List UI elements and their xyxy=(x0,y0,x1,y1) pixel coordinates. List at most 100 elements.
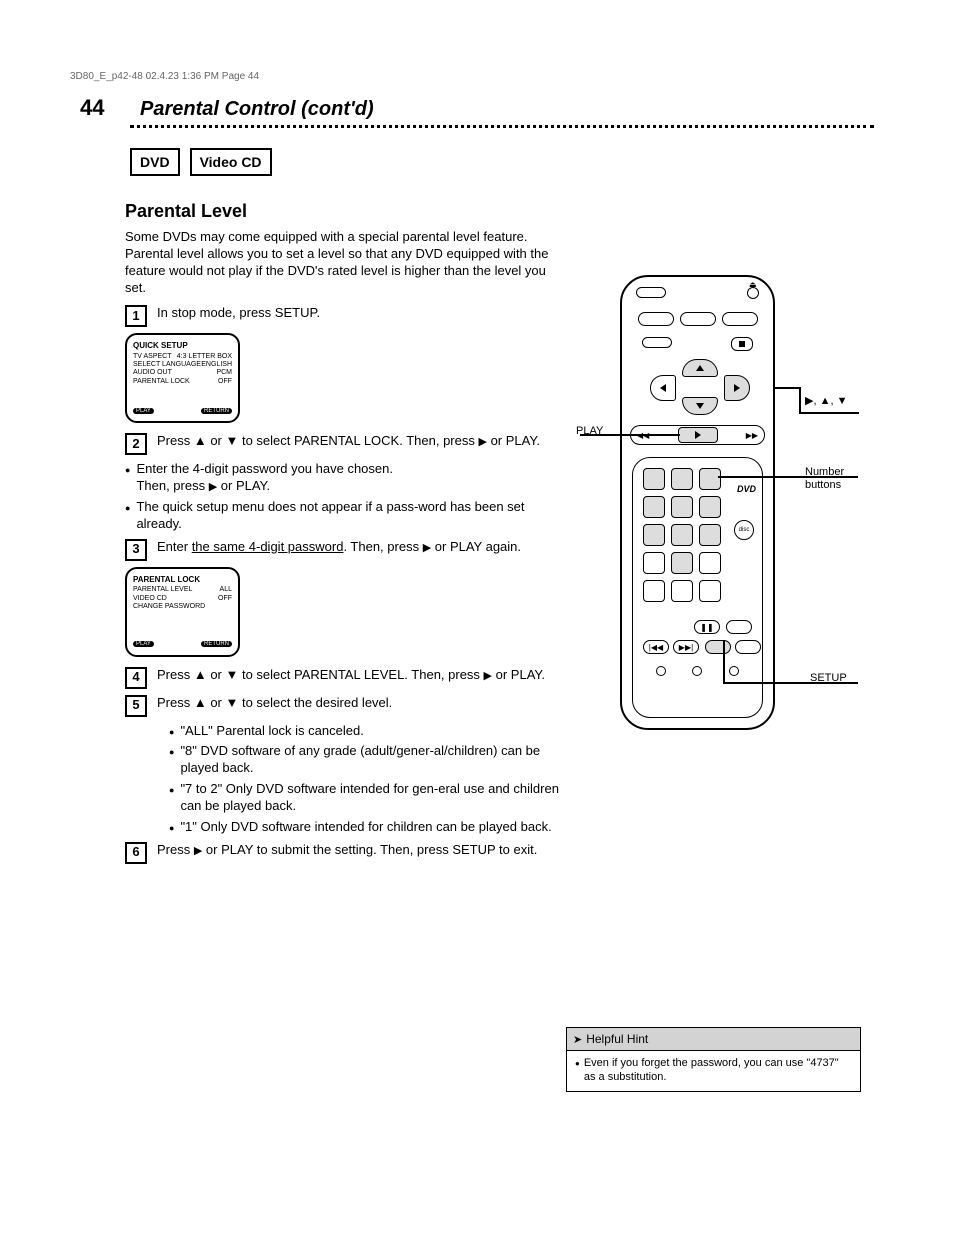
page-title: Parental Control (cont'd) xyxy=(140,98,374,121)
section-intro: Some DVDs may come equipped with a speci… xyxy=(125,229,565,297)
remote-button xyxy=(735,640,761,654)
step-1-text: In stop mode, press SETUP. xyxy=(157,305,565,322)
screen2-line: VIDEO CD xyxy=(133,595,167,603)
step-6-number: 6 xyxy=(125,842,147,864)
step-6-text: Press or PLAY to submit the setting. The… xyxy=(157,842,565,859)
screen1-title: QUICK SETUP xyxy=(133,341,232,351)
number-button xyxy=(671,496,693,518)
remote-button xyxy=(636,287,666,298)
remote-button xyxy=(680,312,716,326)
tag-videocd: Video CD xyxy=(190,148,272,176)
screen2-line: CHANGE PASSWORD xyxy=(133,603,205,611)
triangle-right-icon xyxy=(734,384,740,392)
screen2-title: PARENTAL LOCK xyxy=(133,575,232,585)
step-2-text: Press ▲ or ▼ to select PARENTAL LOCK. Th… xyxy=(157,433,565,450)
fastforward-icon: ▶▶ xyxy=(746,431,758,440)
play-triangle-icon xyxy=(484,667,492,682)
remote-button xyxy=(726,620,752,634)
play-triangle-icon xyxy=(209,478,217,493)
tag-dvd: DVD xyxy=(130,148,180,176)
eject-icon: ⏏ xyxy=(747,287,759,299)
screen1-line: AUDIO OUT xyxy=(133,369,172,377)
callout-line xyxy=(799,412,859,414)
bullet-icon xyxy=(169,781,174,815)
step-2c-text: The quick setup menu does not appear if … xyxy=(136,499,565,533)
remote-dot-button xyxy=(656,666,666,676)
remote-button xyxy=(642,337,672,348)
screen2-val: ALL xyxy=(220,586,232,594)
number-button xyxy=(643,496,665,518)
play-triangle-icon xyxy=(478,433,486,448)
stop-icon xyxy=(731,337,753,351)
setup-button xyxy=(705,640,731,654)
osd-screen-parental-lock: PARENTAL LOCK PARENTAL LEVEL ALL VIDEO CD… xyxy=(125,567,240,657)
step-5-bullet: "ALL" Parental lock is canceled. xyxy=(180,723,363,740)
step-2-number: 2 xyxy=(125,433,147,455)
helpful-hint-body: Even if you forget the password, you can… xyxy=(567,1051,860,1091)
step-2b-text: Enter the 4-digit password you have chos… xyxy=(136,461,393,495)
number-button xyxy=(671,552,693,574)
section-heading: Parental Level xyxy=(125,200,565,223)
step-5-bullet: "8" DVD software of any grade (adult/gen… xyxy=(180,743,565,777)
callout-line xyxy=(799,387,801,412)
triangle-up-icon xyxy=(696,365,704,371)
osd-screen-quick-setup: QUICK SETUP TV ASPECT4:3 LETTER BOX SELE… xyxy=(125,333,240,423)
return-pill-icon: RETURN xyxy=(201,641,232,647)
remote-dot-button xyxy=(692,666,702,676)
screen1-val: OFF xyxy=(218,378,232,386)
step-3-number: 3 xyxy=(125,539,147,561)
callout-line xyxy=(723,640,725,682)
remote-button xyxy=(638,312,674,326)
step-1-number: 1 xyxy=(125,305,147,327)
step-5-bullet: "7 to 2" Only DVD software intended for … xyxy=(180,781,565,815)
screen1-val: ENGLISH xyxy=(201,361,232,369)
bullet-icon xyxy=(169,743,174,777)
remote-illustration: ⏏ ◀◀ ▶▶ xyxy=(620,275,775,730)
divider-dots xyxy=(130,125,874,128)
bullet-icon xyxy=(125,499,130,533)
number-button xyxy=(699,524,721,546)
step-4-number: 4 xyxy=(125,667,147,689)
dvd-logo-icon: DVD xyxy=(737,484,756,494)
screen1-line: SELECT LANGUAGE xyxy=(133,361,201,369)
arrow-down-button xyxy=(682,397,718,415)
number-button xyxy=(643,524,665,546)
remote-button xyxy=(722,312,758,326)
callout-line xyxy=(775,387,800,389)
remote-button xyxy=(671,580,693,602)
screen2-line: PARENTAL LEVEL xyxy=(133,586,192,594)
prev-track-button: |◀◀ xyxy=(643,640,669,654)
remote-button xyxy=(643,580,665,602)
footer-note: 3D80_E_p42-48 02.4.23 1:36 PM Page 44 xyxy=(70,71,259,82)
number-button xyxy=(699,468,721,490)
callout-setup: SETUP xyxy=(810,672,847,685)
play-pill-icon: PLAY xyxy=(133,408,154,414)
bullet-icon xyxy=(125,461,130,495)
number-button xyxy=(671,524,693,546)
arrow-up-button xyxy=(682,359,718,377)
arrow-left-button xyxy=(650,375,676,401)
play-pill-icon: PLAY xyxy=(133,641,154,647)
step-4-text: Press ▲ or ▼ to select PARENTAL LEVEL. T… xyxy=(157,667,565,684)
screen1-line: TV ASPECT xyxy=(133,353,172,361)
callout-numbers: Number buttons xyxy=(805,466,865,492)
next-track-button: ▶▶| xyxy=(673,640,699,654)
bullet-icon xyxy=(169,723,174,740)
triangle-left-icon xyxy=(660,384,666,392)
bullet-icon xyxy=(169,819,174,836)
remote-button xyxy=(699,552,721,574)
return-pill-icon: RETURN xyxy=(201,408,232,414)
screen2-val: OFF xyxy=(218,595,232,603)
step-5-text: Press ▲ or ▼ to select the desired level… xyxy=(157,695,565,712)
number-button xyxy=(699,496,721,518)
remote-dot-button xyxy=(729,666,739,676)
number-button xyxy=(643,468,665,490)
play-button xyxy=(678,427,718,443)
media-tags: DVD Video CD xyxy=(130,148,272,176)
step-5-number: 5 xyxy=(125,695,147,717)
number-button xyxy=(671,468,693,490)
pause-button: ❚❚ xyxy=(694,620,720,634)
callout-play: PLAY xyxy=(576,425,603,438)
arrow-right-button xyxy=(724,375,750,401)
helpful-hint-header: Helpful Hint xyxy=(567,1028,860,1051)
